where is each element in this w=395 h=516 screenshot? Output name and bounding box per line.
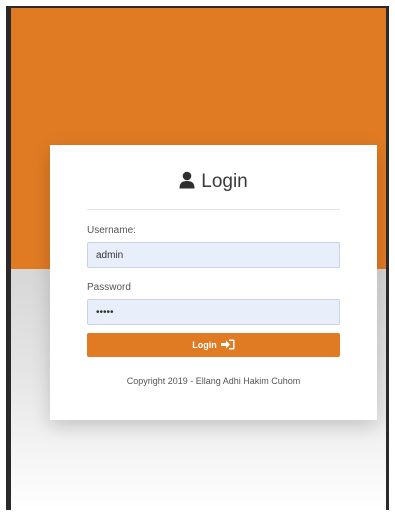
login-title-text: Login	[201, 171, 248, 192]
login-title: Login	[50, 171, 377, 195]
login-button-label: Login	[192, 340, 217, 350]
login-card: Login Username: Password Login Copyright…	[50, 145, 377, 420]
browser-frame: Login Username: Password Login Copyright…	[6, 6, 389, 510]
sign-in-icon	[220, 339, 235, 352]
username-input[interactable]	[87, 242, 340, 268]
copyright-text: Copyright 2019 - Ellang Adhi Hakim Cuhom	[126, 376, 301, 386]
password-input[interactable]	[87, 299, 340, 325]
login-button[interactable]: Login	[87, 333, 340, 357]
user-icon	[179, 171, 195, 195]
title-divider	[87, 209, 340, 210]
username-label: Username:	[87, 225, 136, 236]
password-label: Password	[87, 282, 131, 293]
